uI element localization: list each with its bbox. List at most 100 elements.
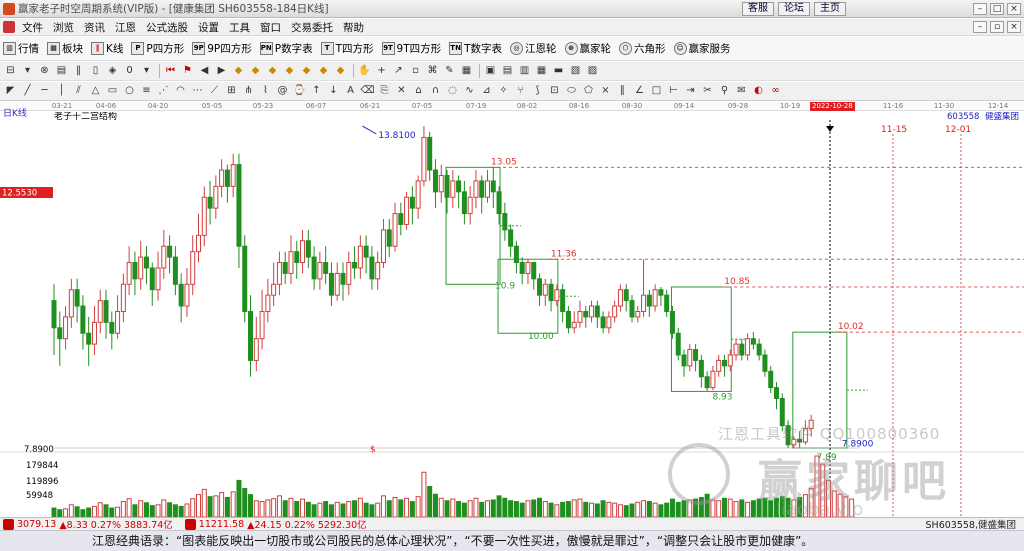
maximize-icon[interactable]: □ bbox=[990, 2, 1004, 15]
menu-formula[interactable]: 公式选股 bbox=[141, 20, 193, 35]
grid-icon[interactable]: ▦ bbox=[459, 64, 474, 78]
menu-gann[interactable]: 江恩 bbox=[110, 20, 141, 35]
arc-icon[interactable]: ◠ bbox=[173, 84, 188, 98]
speed-icon[interactable]: ⌇ bbox=[258, 84, 273, 98]
sz-index-value[interactable]: 11211.58 bbox=[199, 519, 244, 530]
copy-icon[interactable]: ⎘ bbox=[377, 84, 392, 98]
diamond-left-icon[interactable]: ◆ bbox=[265, 64, 280, 78]
hand-icon[interactable]: ✋ bbox=[357, 64, 372, 78]
candle-icon[interactable]: ▯ bbox=[88, 64, 103, 78]
minimize-icon[interactable]: – bbox=[973, 2, 987, 15]
toolbar-winner-wheel[interactable]: ⊛ 赢家轮 bbox=[564, 41, 611, 56]
fib-icon[interactable]: ≡ bbox=[139, 84, 154, 98]
channel-icon[interactable]: ⫽ bbox=[71, 84, 86, 98]
toolbar-9t-square[interactable]: 9T 9T四方形 bbox=[381, 41, 441, 56]
forum-button[interactable]: 论坛 bbox=[778, 1, 810, 16]
prev-icon[interactable]: ◀ bbox=[197, 64, 212, 78]
toolbar-p-square[interactable]: P P四方形 bbox=[131, 41, 184, 56]
app-menu-icon[interactable] bbox=[3, 21, 15, 33]
toolbar-hexagon[interactable]: ⬡ 六角形 bbox=[619, 41, 666, 56]
sh-index-value[interactable]: 3079.13 bbox=[17, 519, 56, 530]
ruler-icon[interactable]: ⊢ bbox=[666, 84, 681, 98]
fan-icon[interactable]: ⋰ bbox=[156, 84, 171, 98]
line-icon[interactable]: ↗ bbox=[391, 64, 406, 78]
text-icon[interactable]: A bbox=[343, 84, 358, 98]
arrow-up-icon[interactable]: ↑ bbox=[309, 84, 324, 98]
toolbar-t-table[interactable]: TN T数字表 bbox=[449, 41, 502, 56]
lock-icon[interactable]: ⌂ bbox=[411, 84, 426, 98]
cross-line-icon[interactable]: ⨯ bbox=[598, 84, 613, 98]
toolbar-sector[interactable]: ▦ 板块 bbox=[47, 41, 83, 56]
calendar-icon[interactable]: ▣ bbox=[483, 64, 498, 78]
flag-icon[interactable]: ⚑ bbox=[180, 64, 195, 78]
menu-tools[interactable]: 工具 bbox=[224, 20, 255, 35]
triangle-icon[interactable]: △ bbox=[88, 84, 103, 98]
cut-icon[interactable]: ✂ bbox=[700, 84, 715, 98]
gann-fan-icon[interactable]: ⋔ bbox=[241, 84, 256, 98]
save-icon[interactable]: ▤ bbox=[500, 64, 515, 78]
arrow-down-icon[interactable]: ↓ bbox=[326, 84, 341, 98]
rect-icon[interactable]: ▭ bbox=[105, 84, 120, 98]
menu-trade[interactable]: 交易委托 bbox=[286, 20, 338, 35]
delete-icon[interactable]: ✕ bbox=[394, 84, 409, 98]
menu-help[interactable]: 帮助 bbox=[338, 20, 369, 35]
star-icon[interactable]: ✧ bbox=[496, 84, 511, 98]
gann-line-icon[interactable]: ⟋ bbox=[207, 84, 222, 98]
menu-browse[interactable]: 浏览 bbox=[48, 20, 79, 35]
layout-icon[interactable]: ⊟ bbox=[3, 64, 18, 78]
toolbar-p-table[interactable]: PN P数字表 bbox=[259, 41, 313, 56]
homepage-button[interactable]: 主页 bbox=[814, 1, 846, 16]
pattern-tool-icon[interactable]: ⊿ bbox=[479, 84, 494, 98]
link-icon[interactable]: ∞ bbox=[768, 84, 783, 98]
toolbar-gann-wheel[interactable]: ◎ 江恩轮 bbox=[510, 41, 557, 56]
customer-service-button[interactable]: 客服 bbox=[742, 1, 774, 16]
square-icon[interactable]: □ bbox=[649, 84, 664, 98]
first-icon[interactable]: ⏮ bbox=[163, 64, 178, 78]
crosshair-icon[interactable]: + bbox=[374, 64, 389, 78]
child-close-icon[interactable]: × bbox=[1007, 21, 1021, 33]
angle-icon[interactable]: ∠ bbox=[632, 84, 647, 98]
menu-window[interactable]: 窗口 bbox=[255, 20, 286, 35]
ellipse-icon[interactable]: ⬭ bbox=[564, 84, 579, 98]
polygon-icon[interactable]: ⬠ bbox=[581, 84, 596, 98]
print-icon[interactable]: ▥ bbox=[517, 64, 532, 78]
zero-icon[interactable]: 0 bbox=[122, 64, 137, 78]
menu-settings[interactable]: 设置 bbox=[193, 20, 224, 35]
segment-icon[interactable]: ╱ bbox=[20, 84, 35, 98]
extend-icon[interactable]: ⇥ bbox=[683, 84, 698, 98]
ray-icon[interactable]: ◤ bbox=[3, 84, 18, 98]
kline-chart[interactable]: 老子十二宫结构 603558 健盛集团 11-15 12-01 12.5530 7.8900… bbox=[0, 112, 1024, 517]
current-stock[interactable]: SH603558,健盛集团 bbox=[926, 517, 1024, 531]
cycle-icon[interactable]: ⋯ bbox=[190, 84, 205, 98]
truck-icon[interactable]: ▬ bbox=[551, 64, 566, 78]
pattern-icon[interactable]: ⊗ bbox=[37, 64, 52, 78]
dropdown-icon[interactable]: ▾ bbox=[20, 64, 35, 78]
magnet-icon[interactable]: ∩ bbox=[428, 84, 443, 98]
diamond-zoom-icon[interactable]: ◆ bbox=[299, 64, 314, 78]
export-icon[interactable]: ▧ bbox=[568, 64, 583, 78]
toolbar-service[interactable]: ☺ 赢家服务 bbox=[673, 41, 731, 56]
colors-icon[interactable]: ◐ bbox=[751, 84, 766, 98]
diamond-reset-icon[interactable]: ◆ bbox=[333, 64, 348, 78]
diamond-up-icon[interactable]: ◆ bbox=[231, 64, 246, 78]
circle-icon[interactable]: ○ bbox=[122, 84, 137, 98]
child-restore-icon[interactable]: ▫ bbox=[990, 21, 1004, 33]
next-icon[interactable]: ▶ bbox=[214, 64, 229, 78]
child-minimize-icon[interactable]: – bbox=[973, 21, 987, 33]
diamond-fit-icon[interactable]: ◆ bbox=[316, 64, 331, 78]
dropdown-icon-2[interactable]: ▾ bbox=[139, 64, 154, 78]
menu-info[interactable]: 资讯 bbox=[79, 20, 110, 35]
brush-icon[interactable]: ✎ bbox=[442, 64, 457, 78]
gann-box-icon[interactable]: ⊞ bbox=[224, 84, 239, 98]
toolbar-kline[interactable]: ‖ K线 bbox=[91, 41, 123, 56]
spiral-icon[interactable]: @ bbox=[275, 84, 290, 98]
diamond-right-icon[interactable]: ◆ bbox=[282, 64, 297, 78]
parallel-icon[interactable]: ∥ bbox=[615, 84, 630, 98]
diamond-down-icon[interactable]: ◆ bbox=[248, 64, 263, 78]
hide-icon[interactable]: ◌ bbox=[445, 84, 460, 98]
indicator-icon[interactable]: ◈ bbox=[105, 64, 120, 78]
toolbar-market[interactable]: ▥ 行情 bbox=[3, 41, 39, 56]
measure-icon[interactable]: ⌘ bbox=[425, 64, 440, 78]
zigzag-icon[interactable]: ⟆ bbox=[530, 84, 545, 98]
camera-icon[interactable]: ▨ bbox=[585, 64, 600, 78]
